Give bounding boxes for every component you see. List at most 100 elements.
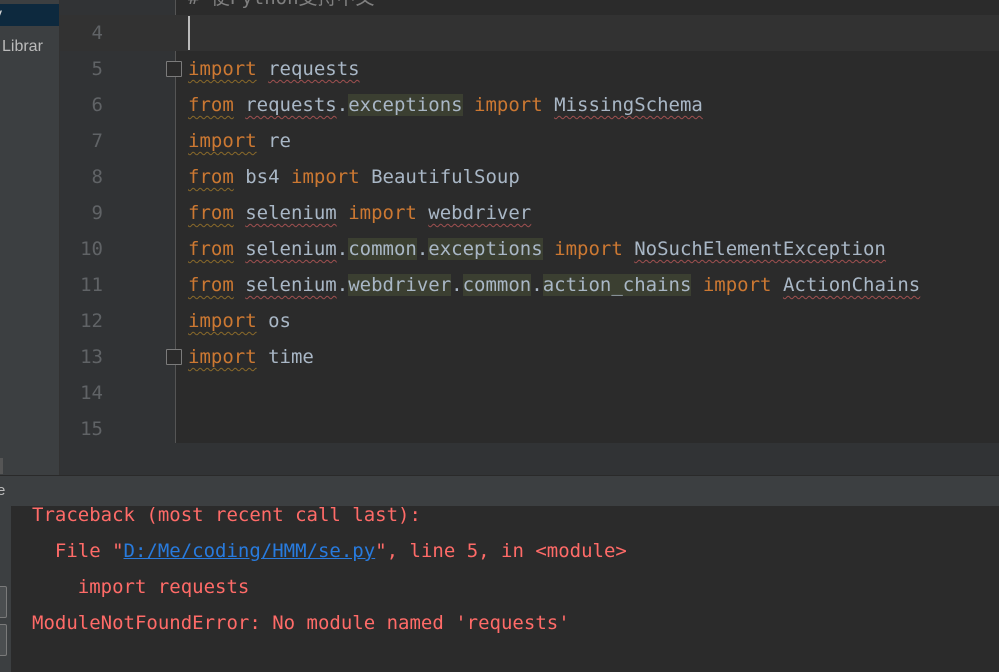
line-number[interactable]: 10 bbox=[60, 231, 103, 267]
line-number[interactable]: 6 bbox=[60, 87, 103, 123]
code-token: from bbox=[188, 274, 234, 296]
code-token: import bbox=[188, 310, 257, 332]
line-number[interactable]: 14 bbox=[60, 375, 103, 411]
code-token: from bbox=[188, 238, 234, 260]
code-token: re bbox=[268, 130, 291, 152]
rerun-button[interactable] bbox=[0, 586, 7, 618]
code-token: requests bbox=[245, 94, 337, 116]
code-token: NoSuchElementException bbox=[634, 238, 886, 260]
run-tab-label[interactable]: e bbox=[0, 476, 5, 506]
editor-bottom-strip bbox=[60, 443, 999, 475]
code-text: from selenium.common.exceptions import N… bbox=[188, 231, 886, 267]
code-token: webdriver bbox=[428, 202, 532, 224]
code-line[interactable]: 11 from selenium.webdriver.common.action_… bbox=[60, 267, 999, 303]
code-text: from bs4 import BeautifulSoup bbox=[188, 159, 520, 195]
code-token: selenium bbox=[245, 274, 337, 296]
code-token: os bbox=[268, 310, 291, 332]
project-panel-scrollbar[interactable] bbox=[0, 458, 3, 474]
code-line[interactable]: 5 import requests bbox=[60, 51, 999, 87]
code-line[interactable]: 9 from selenium import webdriver bbox=[60, 195, 999, 231]
stop-button[interactable] bbox=[0, 624, 7, 656]
code-text: from requests.exceptions import MissingS… bbox=[188, 87, 703, 123]
code-line[interactable]: 10 from selenium.common.exceptions import… bbox=[60, 231, 999, 267]
code-text: import requests bbox=[188, 51, 360, 87]
line-number[interactable]: 15 bbox=[60, 411, 103, 443]
code-token: MissingSchema bbox=[554, 94, 703, 116]
code-line[interactable]: 6 from requests.exceptions import Missing… bbox=[60, 87, 999, 123]
code-token: . bbox=[451, 274, 463, 296]
traceback-file-line: File "D:/Me/coding/HMM/se.py", line 5, i… bbox=[32, 533, 627, 569]
comment-line-partial: # 使Python支持中文 bbox=[188, 0, 375, 8]
code-token: action_chains bbox=[542, 274, 692, 296]
traceback-code-line: import requests bbox=[32, 576, 250, 598]
line-number[interactable]: 5 bbox=[60, 51, 103, 87]
code-text: from selenium.webdriver.common.action_ch… bbox=[188, 267, 920, 303]
tree-item-label: y bbox=[0, 6, 2, 23]
traceback-file-prefix: File " bbox=[32, 540, 124, 562]
code-token: . bbox=[336, 238, 349, 260]
code-token: exceptions bbox=[348, 94, 463, 116]
line-number[interactable]: 4 bbox=[60, 15, 103, 51]
code-line[interactable]: 12 import os bbox=[60, 303, 999, 339]
code-line[interactable]: 4 bbox=[60, 15, 999, 51]
project-tree-panel: y l Librar bbox=[0, 0, 60, 475]
code-line[interactable]: 14 bbox=[60, 375, 999, 411]
line-number[interactable]: 11 bbox=[60, 267, 103, 303]
line-number[interactable]: 8 bbox=[60, 159, 103, 195]
run-tool-window-header[interactable]: e bbox=[0, 475, 999, 507]
code-token: exceptions bbox=[428, 238, 543, 260]
run-console-output[interactable]: Traceback (most recent call last): File … bbox=[12, 506, 999, 672]
line-number[interactable]: 9 bbox=[60, 195, 103, 231]
code-token: ActionChains bbox=[782, 274, 921, 296]
code-line[interactable]: 13 import time bbox=[60, 339, 999, 375]
code-text: import re bbox=[188, 123, 291, 159]
code-token: BeautifulSoup bbox=[371, 166, 520, 188]
text-caret bbox=[188, 16, 190, 50]
code-line[interactable]: 7 import re bbox=[60, 123, 999, 159]
line-number[interactable]: 7 bbox=[60, 123, 103, 159]
code-line[interactable]: 8 from bs4 import BeautifulSoup bbox=[60, 159, 999, 195]
code-text: import os bbox=[188, 303, 291, 339]
code-token: . bbox=[531, 274, 543, 296]
code-token: import bbox=[474, 94, 543, 116]
fold-marker-icon[interactable] bbox=[166, 61, 182, 77]
tree-item-label: l Librar bbox=[0, 38, 43, 55]
traceback-file-link[interactable]: D:/Me/coding/HMM/se.py bbox=[124, 540, 376, 562]
line-number[interactable]: 12 bbox=[60, 303, 103, 339]
code-line[interactable]: 15 bbox=[60, 411, 999, 443]
code-token: common bbox=[462, 274, 532, 296]
code-token: . bbox=[416, 238, 429, 260]
traceback-header: Traceback (most recent call last): bbox=[32, 506, 421, 526]
code-token: import bbox=[702, 274, 772, 296]
tree-item-external-libraries[interactable]: l Librar bbox=[0, 36, 59, 58]
code-token: from bbox=[188, 94, 234, 116]
code-text: from selenium import webdriver bbox=[188, 195, 531, 231]
code-token: . bbox=[336, 274, 349, 296]
code-token: from bbox=[188, 166, 234, 188]
run-toolbar bbox=[0, 506, 11, 672]
code-token: import bbox=[188, 130, 257, 152]
line-number[interactable]: 13 bbox=[60, 339, 103, 375]
fold-marker-icon[interactable] bbox=[166, 349, 182, 365]
code-editor[interactable]: # 使Python支持中文 45 import requests 6 from req… bbox=[60, 0, 999, 443]
code-token: requests bbox=[268, 58, 360, 80]
code-text: import time bbox=[188, 339, 314, 375]
tree-item-selected-file[interactable]: y bbox=[0, 4, 59, 26]
code-token: . bbox=[336, 94, 349, 116]
code-token: bs4 bbox=[245, 166, 280, 188]
code-token: import bbox=[554, 238, 623, 260]
